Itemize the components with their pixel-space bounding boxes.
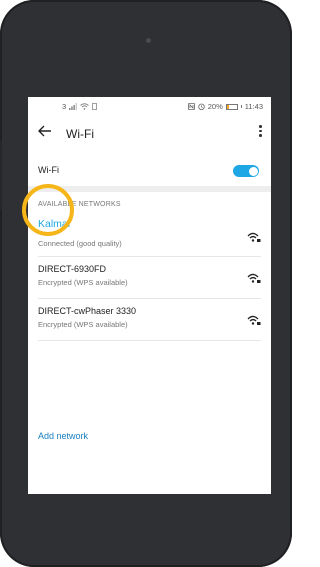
network-status: Encrypted (WPS available)	[38, 278, 128, 287]
sim-indicator: 3	[62, 102, 67, 111]
status-right: 20% 11:43	[187, 102, 263, 111]
wifi-signal-locked-icon	[247, 232, 261, 242]
phone-frame: 3 20% 11:43 Wi-Fi Wi-Fi AVAILABLE NETWOR…	[0, 0, 292, 567]
wifi-toggle-switch[interactable]	[233, 165, 259, 177]
screen: 3 20% 11:43 Wi-Fi Wi-Fi AVAILABLE NETWOR…	[28, 97, 271, 494]
battery-icon	[225, 103, 238, 110]
back-arrow-icon[interactable]	[38, 124, 52, 143]
network-name: DIRECT-cwPhaser 3330	[38, 306, 137, 316]
wifi-status-icon	[80, 103, 89, 110]
side-button	[0, 140, 2, 210]
network-separator	[38, 340, 261, 341]
network-item-direct-6930fd[interactable]: DIRECT-6930FD Encrypted (WPS available)	[28, 264, 271, 294]
network-item-direct-cwphaser[interactable]: DIRECT-cwPhaser 3330 Encrypted (WPS avai…	[28, 306, 271, 336]
app-bar: Wi-Fi	[28, 119, 271, 149]
network-separator	[38, 298, 261, 299]
phone-bottom-bezel	[28, 502, 271, 542]
notification-icon	[92, 103, 98, 110]
network-name: DIRECT-6930FD	[38, 264, 107, 274]
wifi-toggle-label: Wi-Fi	[38, 165, 59, 175]
highlight-circle	[22, 184, 74, 236]
wifi-signal-locked-icon	[247, 273, 261, 283]
battery-percent: 20%	[207, 102, 223, 111]
wifi-toggle-row[interactable]: Wi-Fi	[28, 157, 271, 185]
clock: 11:43	[244, 102, 263, 111]
page-title: Wi-Fi	[66, 127, 94, 141]
wifi-signal-locked-icon	[247, 315, 261, 325]
network-separator	[38, 256, 261, 257]
front-camera	[146, 38, 151, 43]
status-left: 3	[62, 102, 98, 111]
network-status: Connected (good quality)	[38, 239, 122, 248]
alarm-icon	[198, 103, 205, 110]
status-bar: 3 20% 11:43	[28, 97, 271, 117]
network-status: Encrypted (WPS available)	[38, 320, 128, 329]
overflow-menu-icon[interactable]	[259, 125, 263, 137]
cell-signal-icon	[69, 103, 78, 110]
battery-tip	[240, 105, 242, 108]
add-network-link[interactable]: Add network	[38, 431, 88, 441]
nfc-icon	[187, 103, 195, 110]
